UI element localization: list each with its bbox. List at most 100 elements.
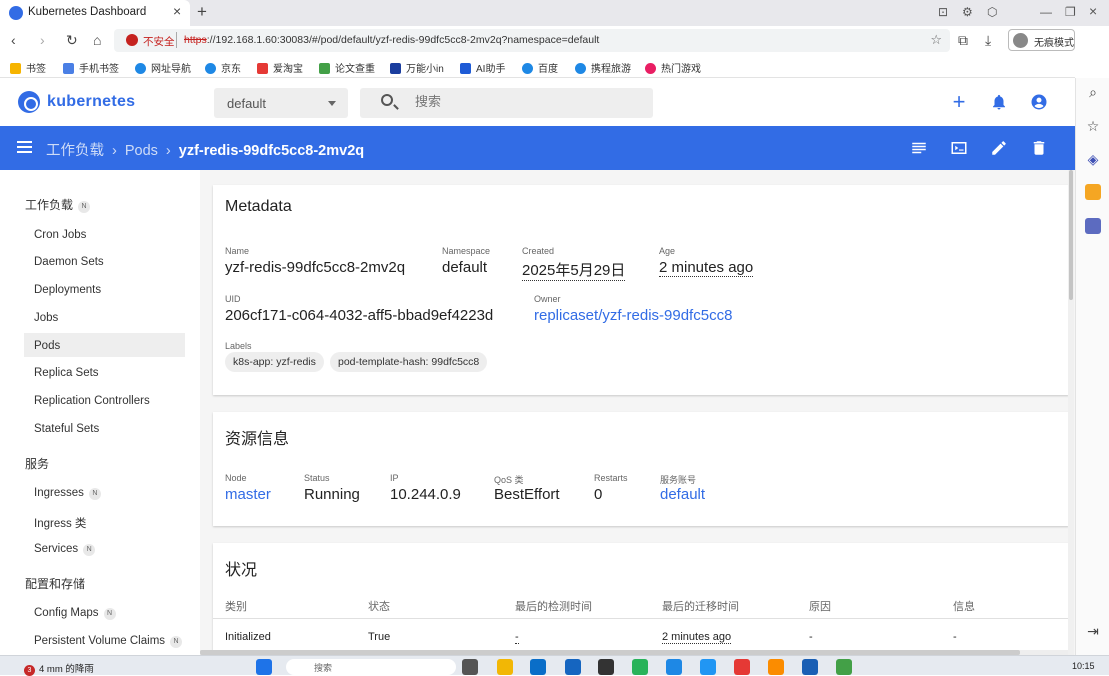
ai-assistant-icon [460, 63, 471, 74]
favorites-icon[interactable]: ☆ [1085, 118, 1101, 134]
terminal-icon[interactable] [598, 659, 614, 675]
search-input[interactable] [415, 94, 635, 109]
address-bar[interactable]: 不安全 https://192.168.1.60:30083/#/pod/def… [114, 29, 950, 52]
store-icon[interactable] [530, 659, 546, 675]
breadcrumb-workloads[interactable]: 工作负载 [46, 143, 104, 159]
namespace-select[interactable]: default [214, 88, 348, 118]
add-icon[interactable]: + [950, 91, 968, 113]
sidebar-section-config[interactable]: 配置和存储 [25, 575, 85, 592]
sidebar-item-replication-controllers[interactable]: Replication Controllers [34, 395, 150, 407]
bookmark-item[interactable]: 京东 [205, 60, 241, 75]
sidebar-item-config-maps[interactable]: Config Maps N [34, 607, 116, 620]
sidebar-item-deployments[interactable]: Deployments [34, 284, 101, 296]
sidebar: 工作负载 N Cron Jobs Daemon Sets Deployments … [0, 170, 200, 655]
browser-logo-icon [205, 63, 216, 74]
bookmark-item[interactable]: 书签 [10, 60, 46, 75]
tab-close-icon[interactable]: × [173, 3, 181, 19]
bookmarks-bar: 书签 手机书签 网址导航 京东 爱淘宝 论文查重 万能小in AI助手 百度 携… [0, 55, 1075, 78]
account-circle-icon[interactable] [1030, 93, 1048, 111]
menu-icon[interactable] [17, 141, 32, 153]
wps-icon[interactable] [734, 659, 750, 675]
sidebar-section-service[interactable]: 服务 [25, 455, 49, 472]
bookmark-item[interactable]: 万能小in [390, 60, 444, 75]
scrollbar-thumb[interactable] [1069, 170, 1073, 300]
file-explorer-icon[interactable] [497, 659, 513, 675]
chevron-right-icon: › [112, 143, 117, 159]
kubernetes-logo-icon[interactable] [18, 91, 40, 113]
bookmark-item[interactable]: 手机书签 [63, 60, 119, 75]
sidebar-item-services[interactable]: Services N [34, 543, 96, 556]
bookmark-item[interactable]: 携程旅游 [575, 60, 631, 75]
exec-shell-icon[interactable] [950, 139, 968, 157]
app-icon[interactable] [565, 659, 581, 675]
bookmark-item[interactable]: 网址导航 [135, 60, 191, 75]
office-icon[interactable] [1085, 218, 1101, 234]
forward-icon[interactable]: › [40, 32, 45, 48]
url-text: https://192.168.1.60:30083/#/pod/default… [184, 34, 599, 46]
search-box[interactable] [360, 88, 653, 118]
namespace-label: Namespace [442, 246, 491, 256]
wechat-icon[interactable] [836, 659, 852, 675]
vertical-scrollbar[interactable] [1068, 170, 1074, 655]
notifications-bell-icon[interactable] [990, 93, 1008, 111]
sidebar-item-stateful-sets[interactable]: Stateful Sets [34, 423, 99, 435]
browser-tab[interactable]: Kubernetes Dashboard × [0, 0, 190, 26]
window-close-icon[interactable]: × [1089, 3, 1097, 19]
age-value[interactable]: 2 minutes ago [659, 259, 754, 277]
bookmark-item[interactable]: 论文查重 [319, 60, 375, 75]
created-value[interactable]: 2025年5月29日 [522, 259, 626, 281]
breadcrumb-pods[interactable]: Pods [125, 143, 158, 159]
download-icon[interactable]: ⤓ [985, 32, 991, 49]
minimize-icon[interactable]: — [1040, 5, 1052, 19]
bookmark-item[interactable]: 热门游戏 [645, 60, 701, 75]
sidebar-item-daemon-sets[interactable]: Daemon Sets [34, 256, 104, 268]
bookmark-item[interactable]: 百度 [522, 60, 558, 75]
windows-start-icon[interactable] [256, 659, 272, 675]
app-icon[interactable] [700, 659, 716, 675]
logs-icon[interactable] [910, 139, 928, 157]
app-name[interactable]: kubernetes [47, 93, 135, 111]
taskbar-search[interactable]: 搜索 [286, 659, 456, 675]
service-account-link[interactable]: default [660, 486, 705, 503]
sidebar-item-jobs[interactable]: Jobs [34, 312, 58, 324]
task-view-icon[interactable] [462, 659, 478, 675]
bookmark-item[interactable]: 爱淘宝 [257, 60, 303, 75]
delete-trash-icon[interactable] [1030, 139, 1048, 157]
collections-icon[interactable]: ⬡ [987, 5, 997, 19]
sidebar-item-cron-jobs[interactable]: Cron Jobs [34, 229, 86, 241]
metadata-title: Metadata [225, 198, 292, 215]
address-row: ‹ › ↻ ⌂ 不安全 https://192.168.1.60:30083/#… [0, 26, 1109, 55]
sidebar-section-workloads[interactable]: 工作负载 N [25, 196, 91, 213]
sidebar-item-pods[interactable]: Pods [34, 340, 60, 352]
search-icon[interactable]: ⌕ [1085, 84, 1101, 100]
bookmark-item[interactable]: AI助手 [460, 60, 505, 75]
home-icon[interactable]: ⌂ [93, 32, 101, 48]
new-tab-icon[interactable]: + [197, 2, 207, 22]
incognito-profile-button[interactable]: 无痕模式 [1008, 29, 1075, 51]
sidebar-item-replica-sets[interactable]: Replica Sets [34, 367, 99, 379]
edit-pencil-icon[interactable] [990, 139, 1008, 157]
owner-link[interactable]: replicaset/yzf-redis-99dfc5cc8 [534, 307, 732, 324]
reload-icon[interactable]: ↻ [66, 32, 78, 49]
node-link[interactable]: master [225, 486, 271, 503]
app-icon[interactable] [632, 659, 648, 675]
back-icon[interactable]: ‹ [11, 32, 16, 48]
gamepad-icon[interactable]: ◈ [1085, 151, 1101, 167]
condition-last-transition[interactable]: 2 minutes ago [662, 631, 732, 644]
system-clock[interactable]: 10:15 [1072, 661, 1095, 671]
weather-widget[interactable]: 3 4 mm 的降雨 [24, 661, 94, 676]
extensions-puzzle-icon[interactable]: ⧉ [958, 32, 968, 49]
favorite-star-icon[interactable]: ☆ [930, 32, 942, 48]
word-icon[interactable] [802, 659, 818, 675]
extensions-icon[interactable]: ⚙ [962, 5, 973, 19]
app-icon[interactable] [768, 659, 784, 675]
sidebar-item-pvc[interactable]: Persistent Volume Claims N [34, 635, 183, 648]
tab-title: Kubernetes Dashboard [28, 6, 147, 18]
tab-search-icon[interactable]: ⊡ [938, 5, 948, 19]
expand-panel-icon[interactable]: ⇥ [1085, 623, 1101, 639]
maximize-icon[interactable]: ❐ [1065, 5, 1076, 19]
sidebar-item-ingress-class[interactable]: Ingress 类 [34, 515, 86, 531]
browser-icon[interactable] [666, 659, 682, 675]
sidebar-item-ingresses[interactable]: Ingresses N [34, 487, 101, 500]
toolbox-icon[interactable] [1085, 184, 1101, 200]
